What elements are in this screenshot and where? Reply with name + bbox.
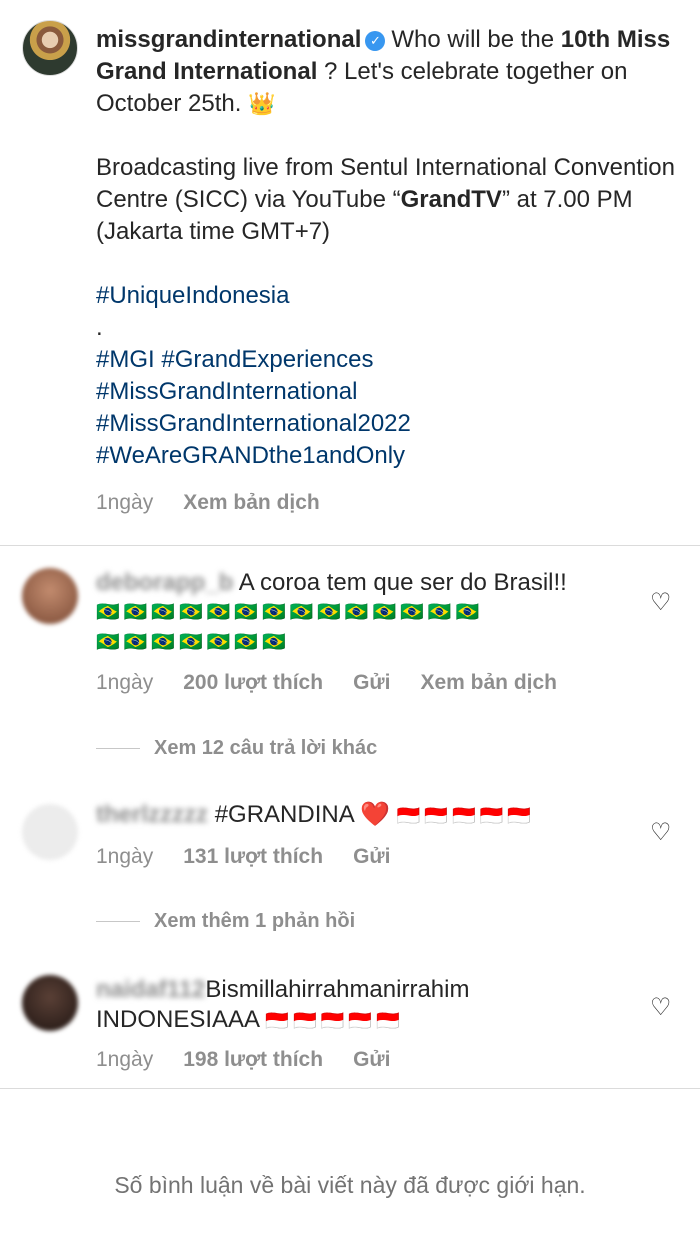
view-replies-label: Xem thêm 1 phản hồi [154,910,356,932]
comment-body: deborapp_b A coroa tem que ser do Brasil… [96,568,616,658]
verified-badge-icon: ✓ [365,31,386,51]
heart-emoji: ❤️ [360,801,390,828]
likes-count[interactable]: 131 lượt thích [183,845,323,869]
commenter-username[interactable]: naidaf112 [96,975,205,1005]
timestamp: 1ngày [96,671,154,694]
commenter-avatar[interactable] [22,568,78,624]
flag-emojis: 🇮🇩🇮🇩🇮🇩🇮🇩🇮🇩 [265,1011,404,1032]
broadcast-paragraph: Broadcasting live from Sentul Internatio… [96,152,686,248]
commenter-avatar[interactable] [22,804,78,860]
comment-text: Bismillahirrahmanirrahim [205,976,470,1003]
caption-text: missgrandinternational ✓ Who will be the 1… [96,24,686,472]
comments-limited-notice: Số bình luận về bài viết này đã được giớ… [114,1172,586,1198]
comment-meta: 1ngày 198 lượt thích Gửi [96,1048,390,1072]
reply-button[interactable]: Gửi [353,845,390,869]
comment-text: #GRANDINA [214,801,354,828]
comment-meta: 1ngày 131 lượt thích Gửi [96,845,390,869]
author-avatar[interactable] [22,20,78,76]
view-replies-button[interactable]: Xem 12 câu trả lời khác [96,737,377,760]
flag-emojis: 🇧🇷🇧🇷🇧🇷🇧🇷🇧🇷🇧🇷🇧🇷 [96,632,290,653]
divider [0,545,700,546]
timestamp: 1ngày [96,1048,154,1071]
caption-meta: 1ngày Xem bản dịch [96,491,320,515]
comment-body: therlzzzzz #GRANDINA ❤️ 🇮🇩🇮🇩🇮🇩🇮🇩🇮🇩 [96,800,636,832]
timestamp: 1ngày [96,845,154,868]
flag-emojis: 🇧🇷🇧🇷🇧🇷🇧🇷🇧🇷🇧🇷🇧🇷🇧🇷🇧🇷🇧🇷🇧🇷🇧🇷🇧🇷🇧🇷 [96,602,484,623]
hashtag-block: #UniqueIndonesia . #MGI #GrandExperience… [96,280,686,472]
heart-outline-icon[interactable]: ♡ [650,996,672,1020]
separator-dot: . [96,314,103,341]
comment-body-line2: INDONESIAAA 🇮🇩🇮🇩🇮🇩🇮🇩🇮🇩 [96,1005,616,1037]
hashtag-link[interactable]: #MissGrandInternational [96,376,686,408]
comment-body: naidaf112Bismillahirrahmanirrahim [96,975,616,1005]
timestamp: 1ngày [96,491,154,514]
replies-line [96,921,140,922]
hashtag-link[interactable]: #UniqueIndonesia [96,280,686,312]
divider [0,1088,700,1089]
heart-outline-icon[interactable]: ♡ [650,821,672,845]
reply-button[interactable]: Gửi [353,1048,390,1072]
hashtag-link[interactable]: #MGI #GrandExperiences [96,344,686,376]
commenter-avatar[interactable] [22,975,78,1031]
commenter-username[interactable]: therlzzzzz [96,800,208,830]
commenter-username[interactable]: deborapp_b [96,568,233,598]
comment-text: INDONESIAAA [96,1006,259,1033]
comment-text: A coroa tem que ser do Brasil!! [238,569,567,596]
caption-text-part: 10th [560,26,611,53]
view-replies-button[interactable]: Xem thêm 1 phản hồi [96,910,355,933]
caption-text-part: GrandTV [400,186,502,213]
reply-button[interactable]: Gửi [353,671,390,695]
crown-emoji: 👑 [248,91,276,116]
translate-link[interactable]: Xem bản dịch [183,491,320,515]
replies-line [96,748,140,749]
heart-outline-icon[interactable]: ♡ [650,591,672,615]
flag-emojis: 🇮🇩🇮🇩🇮🇩🇮🇩🇮🇩 [396,806,535,827]
comment-meta: 1ngày 200 lượt thích Gửi Xem bản dịch [96,671,557,695]
caption-text-part: Who will be the [391,26,561,53]
likes-count[interactable]: 198 lượt thích [183,1048,323,1072]
hashtag-link[interactable]: #WeAreGRANDthe1andOnly [96,440,686,472]
hashtag-link[interactable]: #MissGrandInternational2022 [96,408,686,440]
author-username[interactable]: missgrandinternational [96,26,361,53]
likes-count[interactable]: 200 lượt thích [183,671,323,695]
view-replies-label: Xem 12 câu trả lời khác [154,737,378,759]
translate-link[interactable]: Xem bản dịch [420,671,557,695]
